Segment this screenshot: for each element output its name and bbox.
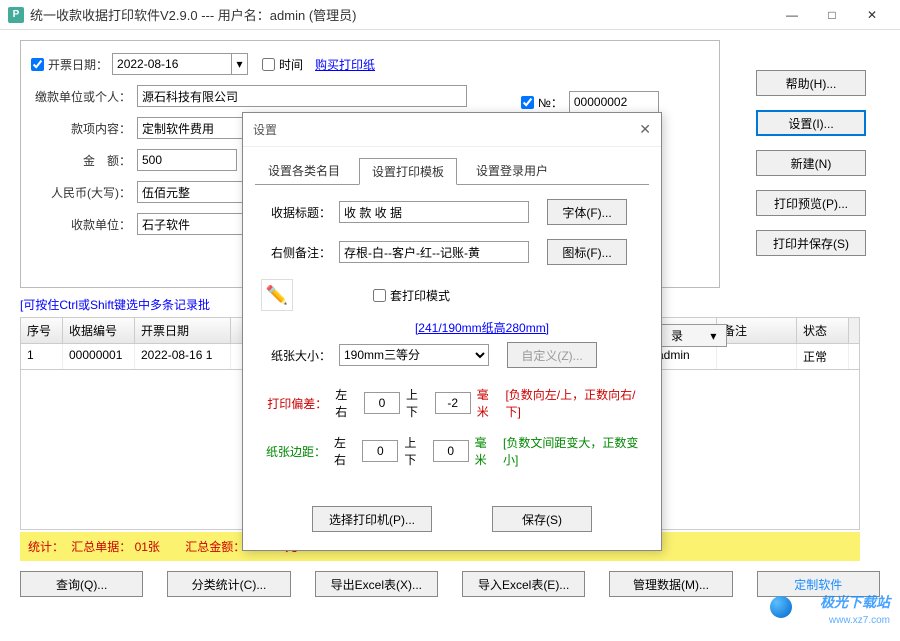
margin-label: 纸张边距：	[261, 443, 326, 460]
offset-hint: [负数向左/上，正数向右/下]	[505, 386, 643, 420]
chevron-down-icon: ▾	[710, 329, 716, 343]
receipt-title-label: 收据标题：	[261, 204, 331, 221]
overlay-label: 套打印模式	[390, 287, 450, 304]
rmb-label: 人民币(大写)：	[31, 184, 131, 201]
side-remark-label: 右侧备注：	[261, 244, 331, 261]
manage-data-button[interactable]: 管理数据(M)...	[609, 571, 732, 597]
offset-label: 打印偏差：	[261, 395, 327, 412]
offset-lr-input[interactable]	[364, 392, 400, 414]
paper-size-select[interactable]: 190mm三等分	[339, 344, 489, 366]
th-seq[interactable]: 序号	[21, 318, 63, 343]
minimize-button[interactable]: —	[772, 1, 812, 29]
settings-button[interactable]: 设置(I)...	[756, 110, 866, 136]
settings-dialog: 设置 ✕ 设置各类名目 设置打印模板 设置登录用户 收据标题： 字体(F)...…	[242, 112, 662, 551]
watermark-text: 极光下载站	[820, 592, 890, 612]
stats-button[interactable]: 分类统计(C)...	[167, 571, 290, 597]
font-button[interactable]: 字体(F)...	[547, 199, 627, 225]
time-label: 时间	[279, 56, 303, 73]
select-printer-button[interactable]: 选择打印机(P)...	[312, 506, 432, 532]
amount-label: 金 额：	[31, 152, 131, 169]
query-button[interactable]: 查询(Q)...	[20, 571, 143, 597]
dialog-close-button[interactable]: ✕	[639, 121, 651, 138]
print-save-button[interactable]: 打印并保存(S)	[756, 230, 866, 256]
no-label: №：	[538, 94, 563, 111]
buy-paper-link[interactable]: 购买打印纸	[315, 56, 375, 73]
th-date[interactable]: 开票日期	[135, 318, 231, 343]
margin-tb-input[interactable]	[433, 440, 469, 462]
no-checkbox[interactable]	[521, 96, 534, 109]
dialog-title: 设置	[253, 121, 277, 138]
amount-input[interactable]	[137, 149, 237, 171]
close-button[interactable]: ✕	[852, 1, 892, 29]
margin-lr-input[interactable]	[362, 440, 398, 462]
watermark-ball-icon	[770, 596, 792, 618]
import-excel-button[interactable]: 导入Excel表(E)...	[462, 571, 585, 597]
tab-categories[interactable]: 设置各类名目	[255, 157, 353, 184]
item-label: 款项内容：	[31, 120, 131, 137]
icon-button[interactable]: 图标(F)...	[547, 239, 627, 265]
print-preview-button[interactable]: 打印预览(P)...	[756, 190, 866, 216]
export-excel-button[interactable]: 导出Excel表(X)...	[315, 571, 438, 597]
side-remark-input[interactable]	[339, 241, 529, 263]
maximize-button[interactable]: □	[812, 1, 852, 29]
paper-info-link[interactable]: [241/190mm纸高280mm]	[321, 319, 643, 336]
receipt-title-input[interactable]	[339, 201, 529, 223]
payer-label: 缴款单位或个人：	[31, 88, 131, 105]
save-settings-button[interactable]: 保存(S)	[492, 506, 592, 532]
th-code[interactable]: 收据编号	[63, 318, 135, 343]
paper-size-label: 纸张大小：	[261, 347, 331, 364]
date-dropdown-icon[interactable]: ▾	[232, 53, 248, 75]
new-button[interactable]: 新建(N)	[756, 150, 866, 176]
help-button[interactable]: 帮助(H)...	[756, 70, 866, 96]
receiver-label: 收款单位：	[31, 216, 131, 233]
watermark-url: www.xz7.com	[829, 615, 890, 626]
time-checkbox[interactable]	[262, 58, 275, 71]
titlebar: P 统一收款收据打印软件V2.9.0 --- 用户名：admin (管理员) —…	[0, 0, 900, 30]
pencil-icon[interactable]: ✏️	[261, 279, 293, 311]
window-title: 统一收款收据打印软件V2.9.0 --- 用户名：admin (管理员)	[30, 5, 772, 24]
payer-input[interactable]	[137, 85, 467, 107]
record-box[interactable]: 录 ▾	[660, 324, 727, 347]
custom-size-button[interactable]: 自定义(Z)...	[507, 342, 597, 368]
no-input[interactable]	[569, 91, 659, 113]
overlay-checkbox[interactable]	[373, 289, 386, 302]
date-label: 开票日期：	[48, 56, 108, 73]
date-input[interactable]	[112, 53, 232, 75]
offset-tb-input[interactable]	[435, 392, 471, 414]
date-checkbox[interactable]	[31, 58, 44, 71]
tab-login-user[interactable]: 设置登录用户	[463, 157, 561, 184]
margin-hint: [负数文间距变大，正数变小]	[503, 434, 643, 468]
app-icon: P	[8, 7, 24, 23]
th-remark[interactable]: 备注	[717, 318, 797, 343]
th-status[interactable]: 状态	[797, 318, 849, 343]
tab-print-template[interactable]: 设置打印模板	[359, 158, 457, 185]
